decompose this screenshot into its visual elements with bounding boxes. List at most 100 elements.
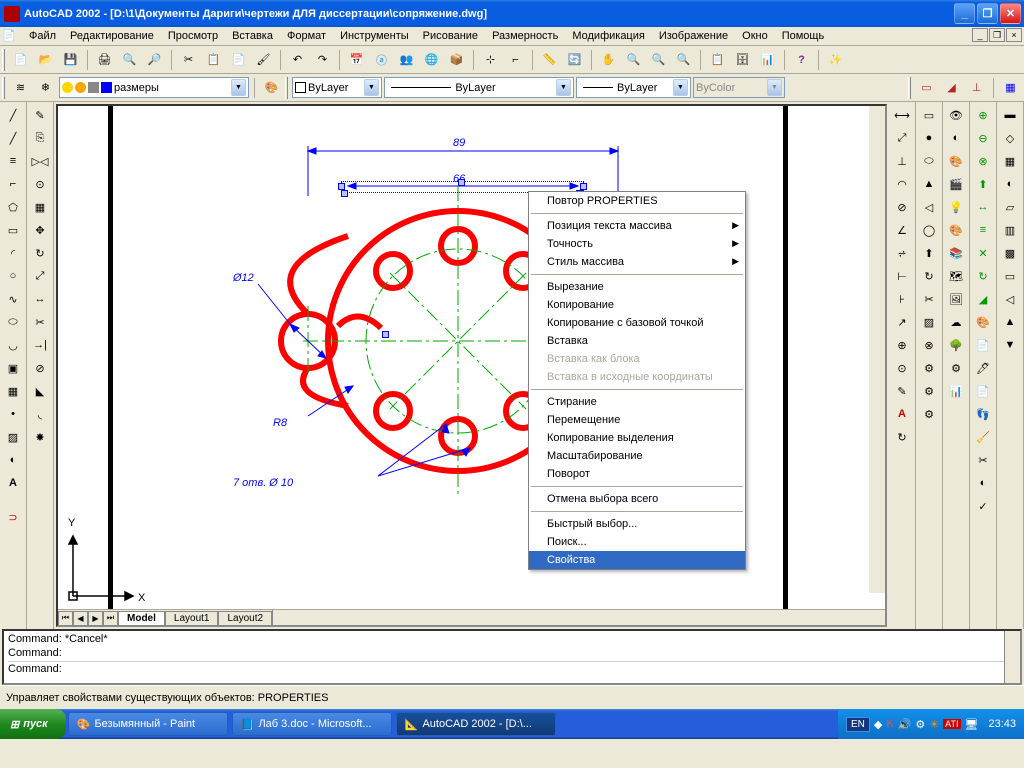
- menu-edit[interactable]: Редактирование: [63, 28, 161, 44]
- scale-button[interactable]: ⤢: [29, 265, 52, 287]
- interfere-button[interactable]: ⊗: [918, 334, 941, 356]
- menu-modify[interactable]: Модификация: [565, 28, 652, 44]
- menu-format[interactable]: Формат: [280, 28, 333, 44]
- dimrad-button[interactable]: ◠: [891, 173, 914, 195]
- mdi-close-button[interactable]: ×: [1006, 28, 1022, 42]
- dimang-button[interactable]: ∠: [891, 219, 914, 241]
- extrude-button[interactable]: ⬆: [918, 242, 941, 264]
- rotate-button[interactable]: ↻: [29, 242, 52, 264]
- linetype-combo[interactable]: ByLayer ▼: [384, 77, 574, 98]
- new-button[interactable]: 📄: [9, 49, 32, 71]
- copyface-button[interactable]: 📄: [972, 334, 995, 356]
- slice-button[interactable]: ✂: [918, 288, 941, 310]
- break-button[interactable]: ⊘: [29, 357, 52, 379]
- ctx-paste[interactable]: Вставка: [529, 332, 745, 350]
- scene-button[interactable]: 🎬: [945, 173, 968, 195]
- dimcont-button[interactable]: ⊦: [891, 288, 914, 310]
- taskbar-word[interactable]: 📘Лаб 3.doc - Microsoft...: [232, 712, 392, 736]
- properties-button[interactable]: 📋: [706, 49, 729, 71]
- ctx-copyclip[interactable]: Копирование: [529, 296, 745, 314]
- dimdia-button[interactable]: ⊘: [891, 196, 914, 218]
- offsetface-button[interactable]: ≡: [972, 219, 995, 241]
- dimupdate-button[interactable]: ↻: [891, 426, 914, 448]
- sphere-button[interactable]: ●: [918, 127, 941, 149]
- cylinder-button[interactable]: ⬭: [918, 150, 941, 172]
- setup3-button[interactable]: ⚙: [918, 403, 941, 425]
- undo-button[interactable]: ↶: [286, 49, 309, 71]
- system-tray[interactable]: EN ◆ K 🔊 ⚙ ☀ ATI 🖥 23:43: [838, 709, 1024, 739]
- tab-layout1[interactable]: Layout1: [165, 611, 219, 626]
- zoom-prev-button[interactable]: 🔍: [672, 49, 695, 71]
- taskbar-autocad[interactable]: 📐AutoCAD 2002 - [D:\...: [396, 712, 556, 736]
- publish-button[interactable]: 🌐: [420, 49, 443, 71]
- shade-button[interactable]: ◐: [945, 127, 968, 149]
- tab-layout2[interactable]: Layout2: [218, 611, 272, 626]
- ctx-rotate[interactable]: Поворот: [529, 465, 745, 483]
- rotateface-button[interactable]: ↻: [972, 265, 995, 287]
- layer-freeze-button[interactable]: ❄: [34, 77, 57, 99]
- union-button[interactable]: ⊕: [972, 104, 995, 126]
- coloredge-button[interactable]: 🖊: [972, 357, 995, 379]
- rulesurf-button[interactable]: ▥: [999, 219, 1022, 241]
- minimize-button[interactable]: _: [954, 3, 975, 24]
- tolerance-button[interactable]: ⊕: [891, 334, 914, 356]
- language-indicator[interactable]: EN: [846, 717, 870, 732]
- menu-view[interactable]: Просмотр: [161, 28, 225, 44]
- tab-prev-button[interactable]: ◀: [73, 611, 88, 626]
- lineweight-combo[interactable]: ByLayer ▼: [576, 77, 691, 98]
- arc-button[interactable]: ◜: [2, 242, 25, 264]
- copyedge-button[interactable]: 📄: [972, 380, 995, 402]
- hatch-button[interactable]: ▨: [2, 426, 25, 448]
- dimord-button[interactable]: ⊥: [891, 150, 914, 172]
- print-preview-button[interactable]: 🔍: [118, 49, 141, 71]
- find-button[interactable]: 🔎: [143, 49, 166, 71]
- redo-button[interactable]: ↷: [311, 49, 334, 71]
- selection-handle[interactable]: [338, 183, 345, 190]
- copy-button[interactable]: 📋: [202, 49, 225, 71]
- tab-first-button[interactable]: ⏮: [58, 611, 73, 626]
- menu-draw[interactable]: Рисование: [416, 28, 485, 44]
- ctx-precision[interactable]: Точность▶: [529, 235, 745, 253]
- explode-button[interactable]: ✸: [29, 426, 52, 448]
- move-button[interactable]: ✥: [29, 219, 52, 241]
- selection-handle[interactable]: [341, 190, 348, 197]
- cmd-scrollbar[interactable]: [1004, 631, 1020, 683]
- revolve-button[interactable]: ↻: [918, 265, 941, 287]
- dim-ordinate-button[interactable]: ⊥: [965, 77, 988, 99]
- section-button[interactable]: ▨: [918, 311, 941, 333]
- etransmit-button[interactable]: 📦: [445, 49, 468, 71]
- selection-handle[interactable]: [580, 183, 587, 190]
- dropdown-arrow-icon[interactable]: ▼: [364, 79, 379, 96]
- menu-file[interactable]: Файл: [22, 28, 63, 44]
- setup2-button[interactable]: ⚙: [918, 380, 941, 402]
- layer-manager-button[interactable]: ≋: [9, 77, 32, 99]
- dimbase-button[interactable]: ⊢: [891, 265, 914, 287]
- tab-last-button[interactable]: ⏭: [103, 611, 118, 626]
- maximize-button[interactable]: ❐: [977, 3, 998, 24]
- torus-button[interactable]: ◯: [918, 219, 941, 241]
- ctx-properties[interactable]: Свойства: [529, 551, 745, 569]
- horizontal-scrollbar[interactable]: [272, 610, 885, 625]
- render-button[interactable]: 🎨: [945, 150, 968, 172]
- ellipse-button[interactable]: ⬭: [2, 311, 25, 333]
- menu-dimension[interactable]: Размерность: [485, 28, 565, 44]
- region-button[interactable]: ◐: [2, 449, 25, 471]
- extrudeface-button[interactable]: ⬆: [972, 173, 995, 195]
- array-button[interactable]: ▦: [29, 196, 52, 218]
- ctx-find[interactable]: Поиск...: [529, 533, 745, 551]
- offset-button[interactable]: ⊙: [29, 173, 52, 195]
- mline-button[interactable]: ≡: [2, 150, 25, 172]
- fillet-button[interactable]: ◟: [29, 403, 52, 425]
- layer-combo[interactable]: размеры ▼: [59, 77, 249, 98]
- copy-obj-button[interactable]: ⎘: [29, 127, 52, 149]
- moveface-button[interactable]: ↔: [972, 196, 995, 218]
- mdi-minimize-button[interactable]: _: [972, 28, 988, 42]
- print-button[interactable]: 🖨: [93, 49, 116, 71]
- tray-icon[interactable]: 🔊: [898, 718, 912, 731]
- revsurf-button[interactable]: ◐: [999, 173, 1022, 195]
- setup-button[interactable]: ⚙: [918, 357, 941, 379]
- dropdown-arrow-icon[interactable]: ▼: [673, 79, 688, 96]
- 3dbox-button[interactable]: ▭: [999, 265, 1022, 287]
- zoom-realtime-button[interactable]: 🔍: [622, 49, 645, 71]
- 2dsolid-button[interactable]: ▬: [999, 104, 1022, 126]
